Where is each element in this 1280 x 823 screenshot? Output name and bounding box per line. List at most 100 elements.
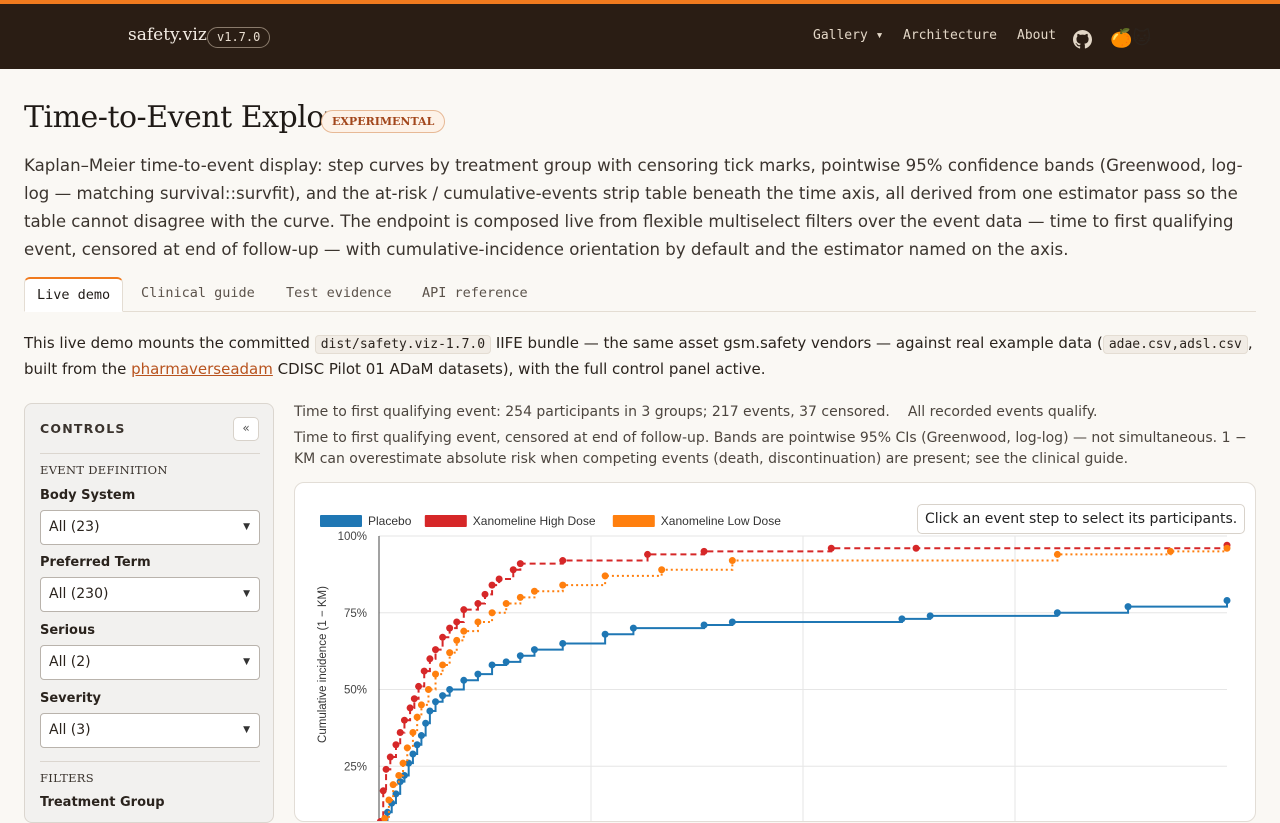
summary-line-2: Time to first qualifying event, censored… bbox=[294, 430, 1247, 467]
brand-logo[interactable]: safety.viz bbox=[128, 25, 207, 45]
event-point bbox=[658, 566, 666, 574]
event-point bbox=[410, 695, 418, 703]
nav-architecture[interactable]: Architecture bbox=[903, 28, 997, 43]
event-point bbox=[386, 753, 394, 761]
event-point bbox=[409, 750, 417, 758]
event-point bbox=[912, 544, 920, 552]
intro-text: This live demo mounts the committed bbox=[24, 334, 315, 352]
severity-value: All (3) bbox=[49, 722, 91, 738]
event-point bbox=[488, 581, 496, 589]
chevron-down-icon: ▼ bbox=[243, 725, 250, 735]
event-point bbox=[700, 547, 708, 555]
event-point bbox=[827, 544, 835, 552]
chevron-down-icon: ▼ bbox=[243, 657, 250, 667]
preferred-term-label: Preferred Term bbox=[40, 555, 151, 570]
event-point bbox=[488, 661, 496, 669]
experimental-badge: EXPERIMENTAL bbox=[321, 110, 446, 133]
event-point bbox=[413, 741, 421, 749]
event-point bbox=[383, 808, 391, 816]
event-point bbox=[426, 655, 434, 663]
intro-text: IIFE bundle — the same asset gsm.safety … bbox=[491, 334, 1103, 352]
event-point bbox=[409, 728, 417, 736]
summary-line-1: Time to first qualifying event: 254 part… bbox=[294, 402, 1097, 423]
summary-counts: Time to first qualifying event: 254 part… bbox=[294, 404, 890, 420]
event-point bbox=[439, 633, 447, 641]
data-files-code: adae.csv,adsl.csv bbox=[1102, 335, 1248, 354]
bundle-code: dist/safety.viz-1.7.0 bbox=[314, 335, 492, 354]
nav-about[interactable]: About bbox=[1017, 28, 1056, 43]
top-bar: safety.viz v1.7.0 Gallery ▾ Architecture… bbox=[0, 0, 1280, 69]
nav-gallery[interactable]: Gallery ▾ bbox=[813, 28, 883, 43]
body-system-label: Body System bbox=[40, 488, 136, 503]
legend-label: Placebo bbox=[368, 514, 412, 528]
event-point bbox=[559, 639, 567, 647]
intro-paragraph: This live demo mounts the committed dist… bbox=[24, 331, 1256, 382]
event-point bbox=[385, 796, 393, 804]
divider bbox=[40, 761, 260, 762]
event-point bbox=[396, 728, 404, 736]
tab-live-demo[interactable]: Live demo bbox=[24, 277, 124, 312]
tab-clinical-guide[interactable]: Clinical guide bbox=[129, 277, 267, 312]
body-system-value: All (23) bbox=[49, 519, 100, 535]
event-point bbox=[439, 692, 447, 700]
chevron-down-icon: ▼ bbox=[243, 522, 250, 532]
event-point bbox=[379, 787, 387, 795]
event-point bbox=[453, 636, 461, 644]
event-point bbox=[446, 624, 454, 632]
event-point bbox=[1223, 596, 1231, 604]
legend-swatch bbox=[320, 515, 362, 527]
severity-select[interactable]: All (3) ▼ bbox=[40, 713, 260, 748]
event-point bbox=[432, 646, 440, 654]
severity-label: Severity bbox=[40, 691, 102, 706]
page-title: Time-to-Event Explorer bbox=[24, 100, 369, 135]
intro-text: built from the bbox=[24, 360, 132, 378]
event-point bbox=[426, 707, 434, 715]
y-axis-label: Cumulative incidence (1 − KM) bbox=[317, 586, 329, 743]
event-point bbox=[629, 624, 637, 632]
event-point bbox=[382, 765, 390, 773]
preferred-term-select[interactable]: All (230) ▼ bbox=[40, 577, 260, 612]
event-point bbox=[559, 557, 567, 565]
chart-hint: Click an event step to select its partic… bbox=[917, 504, 1246, 534]
divider bbox=[40, 453, 260, 454]
y-tick-label: 50% bbox=[344, 685, 367, 697]
serious-select[interactable]: All (2) ▼ bbox=[40, 645, 260, 680]
pharmaverseadam-link[interactable]: pharmaverseadam bbox=[131, 360, 273, 378]
tab-api-reference[interactable]: API reference bbox=[410, 277, 540, 312]
event-point bbox=[392, 741, 400, 749]
event-point bbox=[399, 759, 407, 767]
event-point bbox=[446, 686, 454, 693]
preferred-term-value: All (230) bbox=[49, 586, 109, 602]
event-point bbox=[495, 575, 503, 583]
controls-title: CONTROLS bbox=[40, 421, 126, 436]
event-point bbox=[601, 630, 609, 638]
event-point bbox=[1053, 550, 1061, 558]
event-point bbox=[400, 716, 408, 724]
event-point bbox=[474, 670, 482, 678]
event-point bbox=[406, 704, 414, 712]
event-point bbox=[530, 646, 538, 654]
github-icon[interactable] bbox=[1073, 30, 1092, 49]
event-point bbox=[559, 581, 567, 589]
treatment-group-label: Treatment Group bbox=[40, 795, 165, 810]
event-point bbox=[502, 658, 510, 666]
legend-label: Xanomeline Low Dose bbox=[661, 514, 781, 528]
event-point bbox=[516, 652, 524, 660]
event-point bbox=[403, 744, 411, 752]
event-point bbox=[898, 615, 906, 623]
event-point bbox=[417, 701, 425, 709]
page-description: Kaplan–Meier time-to-event display: step… bbox=[24, 156, 1243, 259]
tab-test-evidence[interactable]: Test evidence bbox=[274, 277, 404, 312]
collapse-controls-button[interactable]: « bbox=[233, 417, 259, 441]
y-tick-label: 75% bbox=[344, 608, 367, 620]
event-point bbox=[644, 550, 652, 558]
event-point bbox=[381, 814, 389, 821]
event-point bbox=[474, 600, 482, 608]
event-point bbox=[1166, 547, 1174, 555]
body-system-select[interactable]: All (23) ▼ bbox=[40, 510, 260, 545]
intro-text: CDISC Pilot 01 ADaM datasets), with the … bbox=[272, 360, 766, 378]
summary-qualify: All recorded events qualify. bbox=[907, 404, 1098, 420]
event-point bbox=[422, 719, 430, 727]
event-point bbox=[460, 676, 468, 684]
y-tick-label: 100% bbox=[338, 531, 367, 543]
